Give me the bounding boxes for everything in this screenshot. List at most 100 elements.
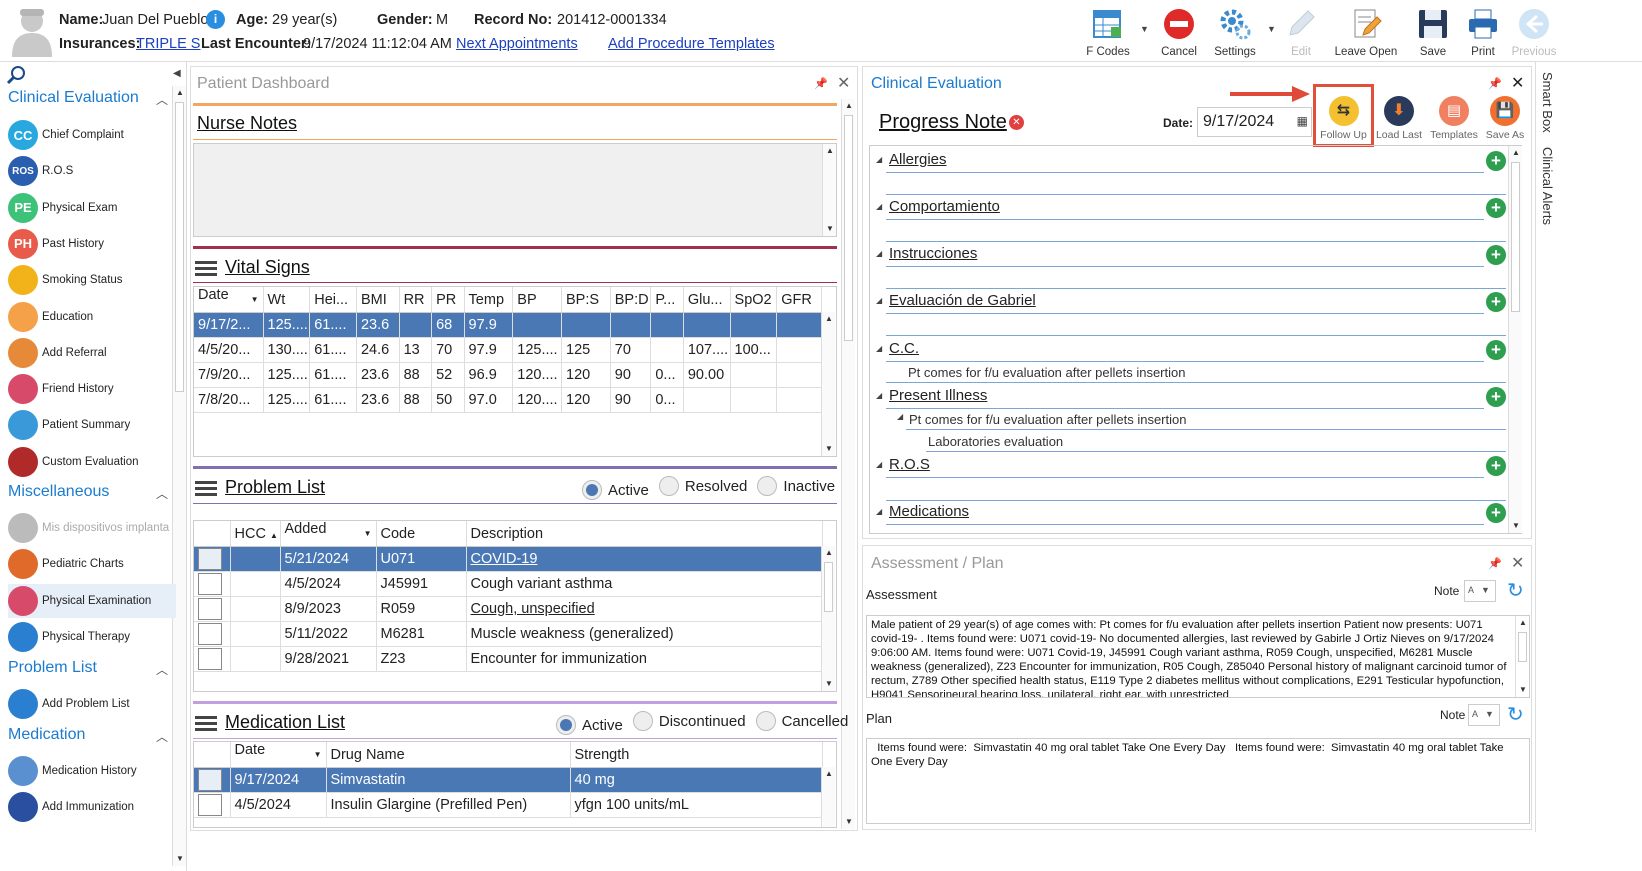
checkbox[interactable] bbox=[198, 769, 222, 791]
pin-icon[interactable]: 📌 bbox=[1488, 557, 1502, 570]
print-button[interactable]: Print bbox=[1455, 6, 1511, 60]
checkbox[interactable] bbox=[198, 794, 222, 816]
next-appointments-link[interactable]: Next Appointments bbox=[456, 36, 578, 52]
column-header-description[interactable]: Description bbox=[466, 521, 823, 547]
column-header-added[interactable]: Added ▼ bbox=[280, 521, 377, 547]
tab-clinical-alerts[interactable]: Clinical Alerts bbox=[1540, 147, 1555, 225]
collapse-triangle-icon[interactable]: ◢ bbox=[876, 507, 882, 516]
table-row[interactable]: 4/5/2024 J45991 Cough variant asthma bbox=[194, 571, 823, 597]
collapse-triangle-icon[interactable]: ◢ bbox=[876, 249, 882, 258]
checkbox[interactable] bbox=[198, 548, 222, 570]
scroll-up-icon[interactable]: ▲ bbox=[822, 546, 836, 560]
calendar-icon[interactable]: ▦ bbox=[1297, 114, 1308, 128]
remove-icon[interactable]: ✕ bbox=[1009, 115, 1024, 130]
table-row[interactable]: 7/9/20... 125.... 61.... 23.6 88 52 96.9 120...… bbox=[194, 362, 822, 388]
close-icon[interactable]: ✕ bbox=[837, 73, 850, 93]
refresh-icon[interactable]: ↻ bbox=[1507, 578, 1524, 603]
table-row[interactable]: 9/17/2024 Simvastatin 40 mg bbox=[194, 767, 823, 793]
refresh-icon[interactable]: ↻ bbox=[1507, 702, 1524, 727]
sidebar-item-add-referral[interactable]: Add Referral bbox=[8, 336, 176, 370]
column-header-bp[interactable]: BP bbox=[512, 287, 563, 313]
radio-resolved[interactable]: Resolved bbox=[658, 476, 747, 496]
table-row[interactable]: 5/11/2022 M6281 Muscle weakness (generaliz… bbox=[194, 621, 823, 647]
plan-textarea[interactable]: Items found were: Simvastatin 40 mg oral… bbox=[866, 738, 1530, 824]
column-header-p[interactable]: P... bbox=[650, 287, 684, 313]
sidebar-item-education[interactable]: Education bbox=[8, 300, 176, 334]
table-row[interactable]: 5/21/2024 U071 COVID-19 bbox=[194, 546, 823, 572]
f-codes-dropdown-icon[interactable]: ▼ bbox=[1140, 24, 1149, 34]
sidebar-item-physical-therapy[interactable]: Physical Therapy bbox=[8, 620, 176, 654]
medication-scrollbar[interactable]: ▲ bbox=[821, 767, 835, 827]
checkbox[interactable] bbox=[198, 598, 222, 620]
radio-active[interactable]: Active bbox=[582, 480, 649, 500]
column-header-date[interactable]: Date ▼ bbox=[230, 742, 327, 768]
description-cell[interactable]: COVID-19 bbox=[466, 546, 823, 572]
column-header-drug-name[interactable]: Drug Name bbox=[326, 742, 571, 768]
column-header-select[interactable] bbox=[194, 521, 231, 547]
menu-icon[interactable] bbox=[195, 715, 217, 732]
scroll-up-icon[interactable]: ▲ bbox=[822, 312, 836, 326]
insurance-link[interactable]: TRIPLE S bbox=[136, 36, 200, 52]
close-icon[interactable]: ✕ bbox=[1511, 553, 1524, 573]
scroll-down-icon[interactable]: ▼ bbox=[1509, 519, 1523, 533]
description-cell[interactable]: Cough, unspecified bbox=[466, 596, 823, 622]
scroll-down-icon[interactable]: ▼ bbox=[842, 815, 856, 829]
table-row[interactable]: 4/5/20... 130.... 61.... 24.6 13 70 97.9 125...… bbox=[194, 337, 822, 363]
table-row[interactable]: 4/5/2024 Insulin Glargine (Prefilled Pen)… bbox=[194, 792, 823, 818]
close-icon[interactable]: ✕ bbox=[1511, 73, 1524, 93]
load-last-button[interactable]: ⬇ Load Last bbox=[1374, 96, 1424, 141]
sidebar-item-past-history[interactable]: PH Past History bbox=[8, 227, 176, 261]
sidebar-section-clinical-evaluation[interactable]: Clinical Evaluation ︿ bbox=[8, 89, 168, 107]
previous-button[interactable]: Previous bbox=[1506, 6, 1562, 60]
add-icon[interactable]: + bbox=[1486, 340, 1506, 360]
search-icon[interactable] bbox=[6, 65, 26, 90]
sidebar-item-physical-exam[interactable]: PE Physical Exam bbox=[8, 191, 176, 225]
scroll-down-icon[interactable]: ▼ bbox=[1516, 683, 1529, 697]
collapse-triangle-icon[interactable]: ◢ bbox=[876, 155, 882, 164]
clinical-scrollbar[interactable]: ▲ ▼ bbox=[1508, 146, 1522, 533]
settings-button[interactable]: Settings bbox=[1207, 6, 1263, 60]
sidebar-item-r-o-s[interactable]: ROS R.O.S bbox=[8, 154, 176, 188]
add-icon[interactable]: + bbox=[1486, 245, 1506, 265]
save-as-button[interactable]: 💾 Save As bbox=[1482, 96, 1528, 141]
column-header-bp-d[interactable]: BP:D bbox=[610, 287, 652, 313]
chevron-up-icon[interactable]: ︿ bbox=[156, 661, 168, 678]
collapse-triangle-icon[interactable]: ◢ bbox=[876, 460, 882, 469]
tab-smart-box[interactable]: Smart Box bbox=[1540, 72, 1555, 133]
table-row[interactable]: 7/8/20... 125.... 61.... 23.6 88 50 97.0 120...… bbox=[194, 387, 822, 413]
sidebar-item-friend-history[interactable]: Friend History bbox=[8, 372, 176, 406]
chevron-up-icon[interactable]: ︿ bbox=[156, 485, 168, 502]
save-button[interactable]: Save bbox=[1405, 6, 1461, 60]
sidebar-item-physical-examination[interactable]: Physical Examination bbox=[8, 583, 176, 618]
collapse-sidebar-icon[interactable]: ◀ bbox=[173, 68, 181, 79]
column-header-gfr[interactable]: GFR bbox=[776, 287, 822, 313]
column-header-bp-s[interactable]: BP:S bbox=[561, 287, 611, 313]
scroll-down-icon[interactable]: ▼ bbox=[823, 222, 837, 236]
sidebar-item-smoking-status[interactable]: Smoking Status bbox=[8, 263, 176, 297]
cancel-button[interactable]: Cancel bbox=[1151, 6, 1207, 60]
column-header-pr[interactable]: PR bbox=[431, 287, 465, 313]
add-icon[interactable]: + bbox=[1486, 198, 1506, 218]
collapse-triangle-icon[interactable]: ◢ bbox=[876, 391, 882, 400]
add-icon[interactable]: + bbox=[1486, 151, 1506, 171]
nurse-notes-scrollbar[interactable]: ▲ ▼ bbox=[822, 144, 836, 236]
table-row[interactable]: 8/9/2023 R059 Cough, unspecified bbox=[194, 596, 823, 622]
column-header-hei[interactable]: Hei... bbox=[309, 287, 357, 313]
section-present-illness[interactable]: ◢ Present Illness + bbox=[876, 387, 1506, 409]
column-header-glu[interactable]: Glu... bbox=[683, 287, 731, 313]
table-row[interactable]: 9/28/2021 Z23 Encounter for immunization bbox=[194, 646, 823, 672]
add-icon[interactable]: + bbox=[1486, 456, 1506, 476]
sidebar-item-patient-summary[interactable]: Patient Summary bbox=[8, 408, 176, 442]
add-icon[interactable]: + bbox=[1486, 387, 1506, 407]
collapse-triangle-icon[interactable]: ◢ bbox=[876, 296, 882, 305]
scroll-down-icon[interactable]: ▼ bbox=[822, 677, 836, 691]
column-header-code[interactable]: Code bbox=[376, 521, 467, 547]
scroll-up-icon[interactable]: ▲ bbox=[1516, 616, 1529, 630]
section-c-c[interactable]: ◢ C.C. + bbox=[876, 340, 1506, 362]
problem-scrollbar[interactable]: ▲ ▼ bbox=[821, 546, 835, 691]
add-icon[interactable]: + bbox=[1486, 292, 1506, 312]
chevron-up-icon[interactable]: ︿ bbox=[156, 728, 168, 745]
sidebar-section-miscellaneous[interactable]: Miscellaneous ︿ bbox=[8, 483, 168, 501]
checkbox[interactable] bbox=[198, 573, 222, 595]
column-header-strength[interactable]: Strength bbox=[570, 742, 823, 768]
